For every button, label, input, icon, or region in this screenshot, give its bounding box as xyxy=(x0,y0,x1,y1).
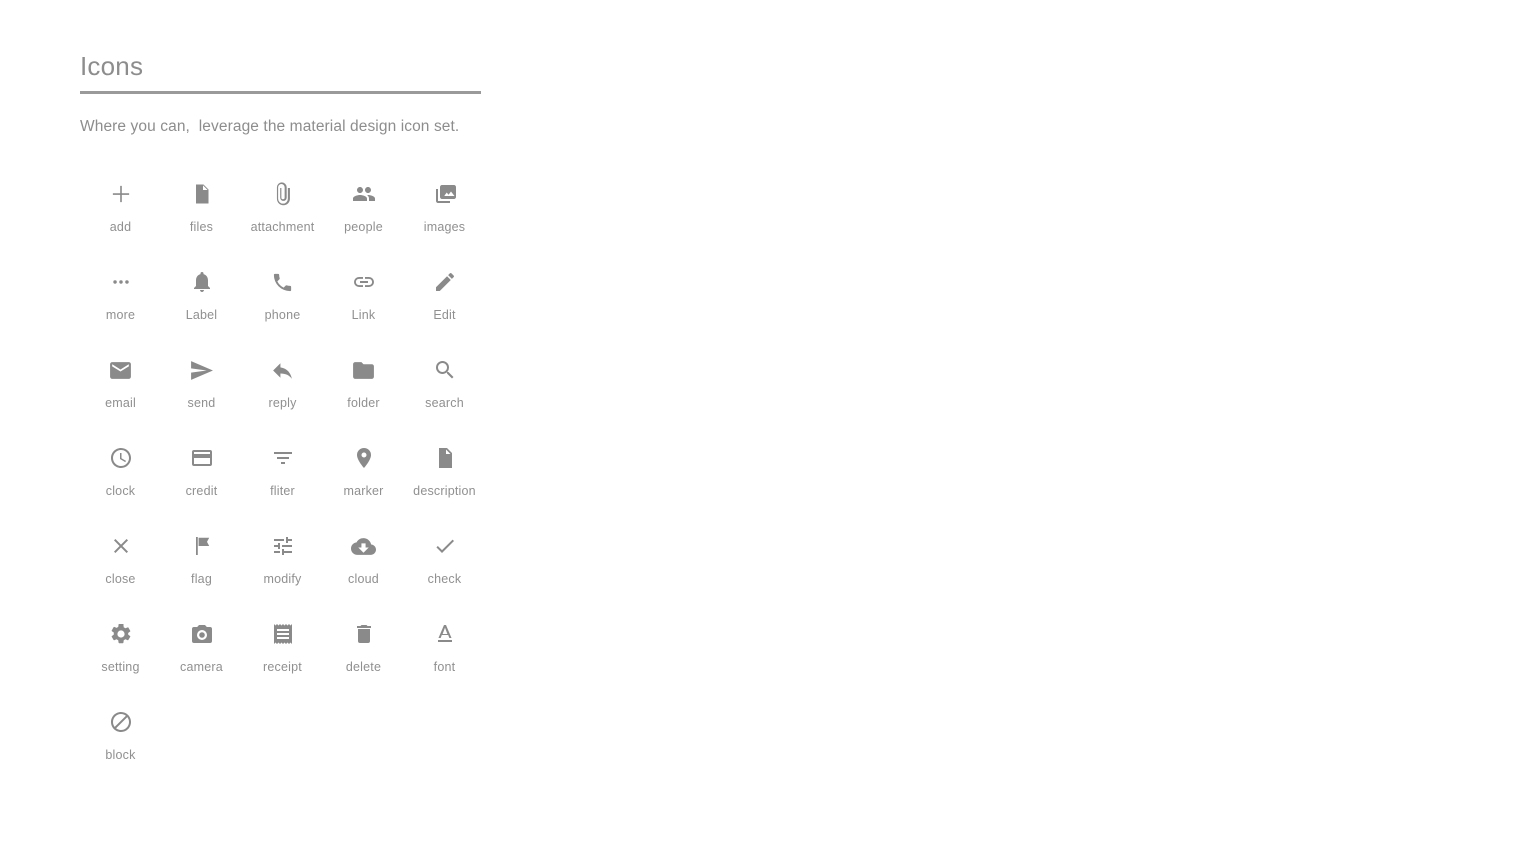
icon-cell-close[interactable]: close xyxy=(80,524,161,612)
receipt-icon[interactable] xyxy=(261,612,305,656)
icon-cell-delete[interactable]: delete xyxy=(323,612,404,700)
envelope-icon[interactable] xyxy=(99,348,143,392)
icon-cell-check[interactable]: check xyxy=(404,524,485,612)
icon-cell-folder[interactable]: folder xyxy=(323,348,404,436)
close-icon[interactable] xyxy=(99,524,143,568)
icon-label: send xyxy=(187,396,216,410)
icon-label: flag xyxy=(191,572,212,586)
link-icon[interactable] xyxy=(342,260,386,304)
icon-cell-description[interactable]: description xyxy=(404,436,485,524)
icon-label: receipt xyxy=(263,660,302,674)
icon-cell-search[interactable]: search xyxy=(404,348,485,436)
icon-label: check xyxy=(427,572,462,586)
flag-icon[interactable] xyxy=(180,524,224,568)
icon-label: Link xyxy=(351,308,376,322)
icon-label: clock xyxy=(105,484,136,498)
icon-label: files xyxy=(189,220,214,234)
icon-cell-label[interactable]: Label xyxy=(161,260,242,348)
pencil-icon[interactable] xyxy=(423,260,467,304)
icon-cell-font[interactable]: font xyxy=(404,612,485,700)
trash-icon[interactable] xyxy=(342,612,386,656)
icon-cell-add[interactable]: add xyxy=(80,172,161,260)
icon-cell-more[interactable]: more xyxy=(80,260,161,348)
icon-label: email xyxy=(105,396,136,410)
icon-cell-files[interactable]: files xyxy=(161,172,242,260)
icon-label: add xyxy=(109,220,132,234)
clock-icon[interactable] xyxy=(99,436,143,480)
icon-cell-flag[interactable]: flag xyxy=(161,524,242,612)
icon-cell-link[interactable]: Link xyxy=(323,260,404,348)
icon-label: credit xyxy=(185,484,218,498)
icon-label: description xyxy=(413,484,476,498)
search-icon[interactable] xyxy=(423,348,467,392)
icon-cell-fliter[interactable]: fliter xyxy=(242,436,323,524)
icon-label: modify xyxy=(263,572,302,586)
phone-icon[interactable] xyxy=(261,260,305,304)
people-icon[interactable] xyxy=(342,172,386,216)
folder-icon[interactable] xyxy=(342,348,386,392)
font-format-icon[interactable] xyxy=(423,612,467,656)
icon-label: reply xyxy=(268,396,297,410)
icon-label: marker xyxy=(343,484,384,498)
icon-cell-email[interactable]: email xyxy=(80,348,161,436)
more-horizontal-icon[interactable] xyxy=(99,260,143,304)
icon-cell-cloud[interactable]: cloud xyxy=(323,524,404,612)
icon-label: block xyxy=(105,748,136,762)
icon-cell-reply[interactable]: reply xyxy=(242,348,323,436)
icon-cell-send[interactable]: send xyxy=(161,348,242,436)
icon-grid: add files attachment people images more Label p… xyxy=(80,172,500,788)
camera-icon[interactable] xyxy=(180,612,224,656)
gear-icon[interactable] xyxy=(99,612,143,656)
filter-list-icon[interactable] xyxy=(261,436,305,480)
credit-card-icon[interactable] xyxy=(180,436,224,480)
icon-cell-attachment[interactable]: attachment xyxy=(242,172,323,260)
icon-label: cloud xyxy=(348,572,379,586)
block-icon[interactable] xyxy=(99,700,143,744)
tune-icon[interactable] xyxy=(261,524,305,568)
icon-cell-setting[interactable]: setting xyxy=(80,612,161,700)
map-marker-icon[interactable] xyxy=(342,436,386,480)
icon-label: font xyxy=(433,660,456,674)
description-icon[interactable] xyxy=(423,436,467,480)
icon-label: people xyxy=(344,220,383,234)
page-subtitle: Where you can, leverage the material des… xyxy=(80,118,460,135)
icon-cell-modify[interactable]: modify xyxy=(242,524,323,612)
page-title: Icons xyxy=(80,51,144,81)
icon-cell-images[interactable]: images xyxy=(404,172,485,260)
icon-label: delete xyxy=(345,660,382,674)
attachment-icon[interactable] xyxy=(261,172,305,216)
icon-cell-credit[interactable]: credit xyxy=(161,436,242,524)
icon-cell-people[interactable]: people xyxy=(323,172,404,260)
icon-label: phone xyxy=(264,308,301,322)
reply-icon[interactable] xyxy=(261,348,305,392)
file-icon[interactable] xyxy=(180,172,224,216)
photo-library-icon[interactable] xyxy=(423,172,467,216)
icon-label: fliter xyxy=(270,484,295,498)
icon-label: images xyxy=(423,220,466,234)
icon-label: camera xyxy=(180,660,223,674)
icon-label: Edit xyxy=(433,308,456,322)
icon-label: search xyxy=(425,396,464,410)
icon-label: setting xyxy=(101,660,140,674)
icon-label: folder xyxy=(347,396,380,410)
icons-page: Icons Where you can, leverage the materi… xyxy=(80,50,500,762)
icon-label: Label xyxy=(185,308,218,322)
title-divider xyxy=(80,91,481,94)
icon-cell-clock[interactable]: clock xyxy=(80,436,161,524)
icon-cell-edit[interactable]: Edit xyxy=(404,260,485,348)
icon-cell-phone[interactable]: phone xyxy=(242,260,323,348)
icon-cell-camera[interactable]: camera xyxy=(161,612,242,700)
icon-label: more xyxy=(105,308,136,322)
add-icon[interactable] xyxy=(99,172,143,216)
icon-cell-block[interactable]: block xyxy=(80,700,161,788)
check-icon[interactable] xyxy=(423,524,467,568)
icon-cell-marker[interactable]: marker xyxy=(323,436,404,524)
bell-icon[interactable] xyxy=(180,260,224,304)
send-icon[interactable] xyxy=(180,348,224,392)
icon-label: attachment xyxy=(250,220,315,234)
cloud-download-icon[interactable] xyxy=(342,524,386,568)
icon-cell-receipt[interactable]: receipt xyxy=(242,612,323,700)
icon-label: close xyxy=(105,572,136,586)
